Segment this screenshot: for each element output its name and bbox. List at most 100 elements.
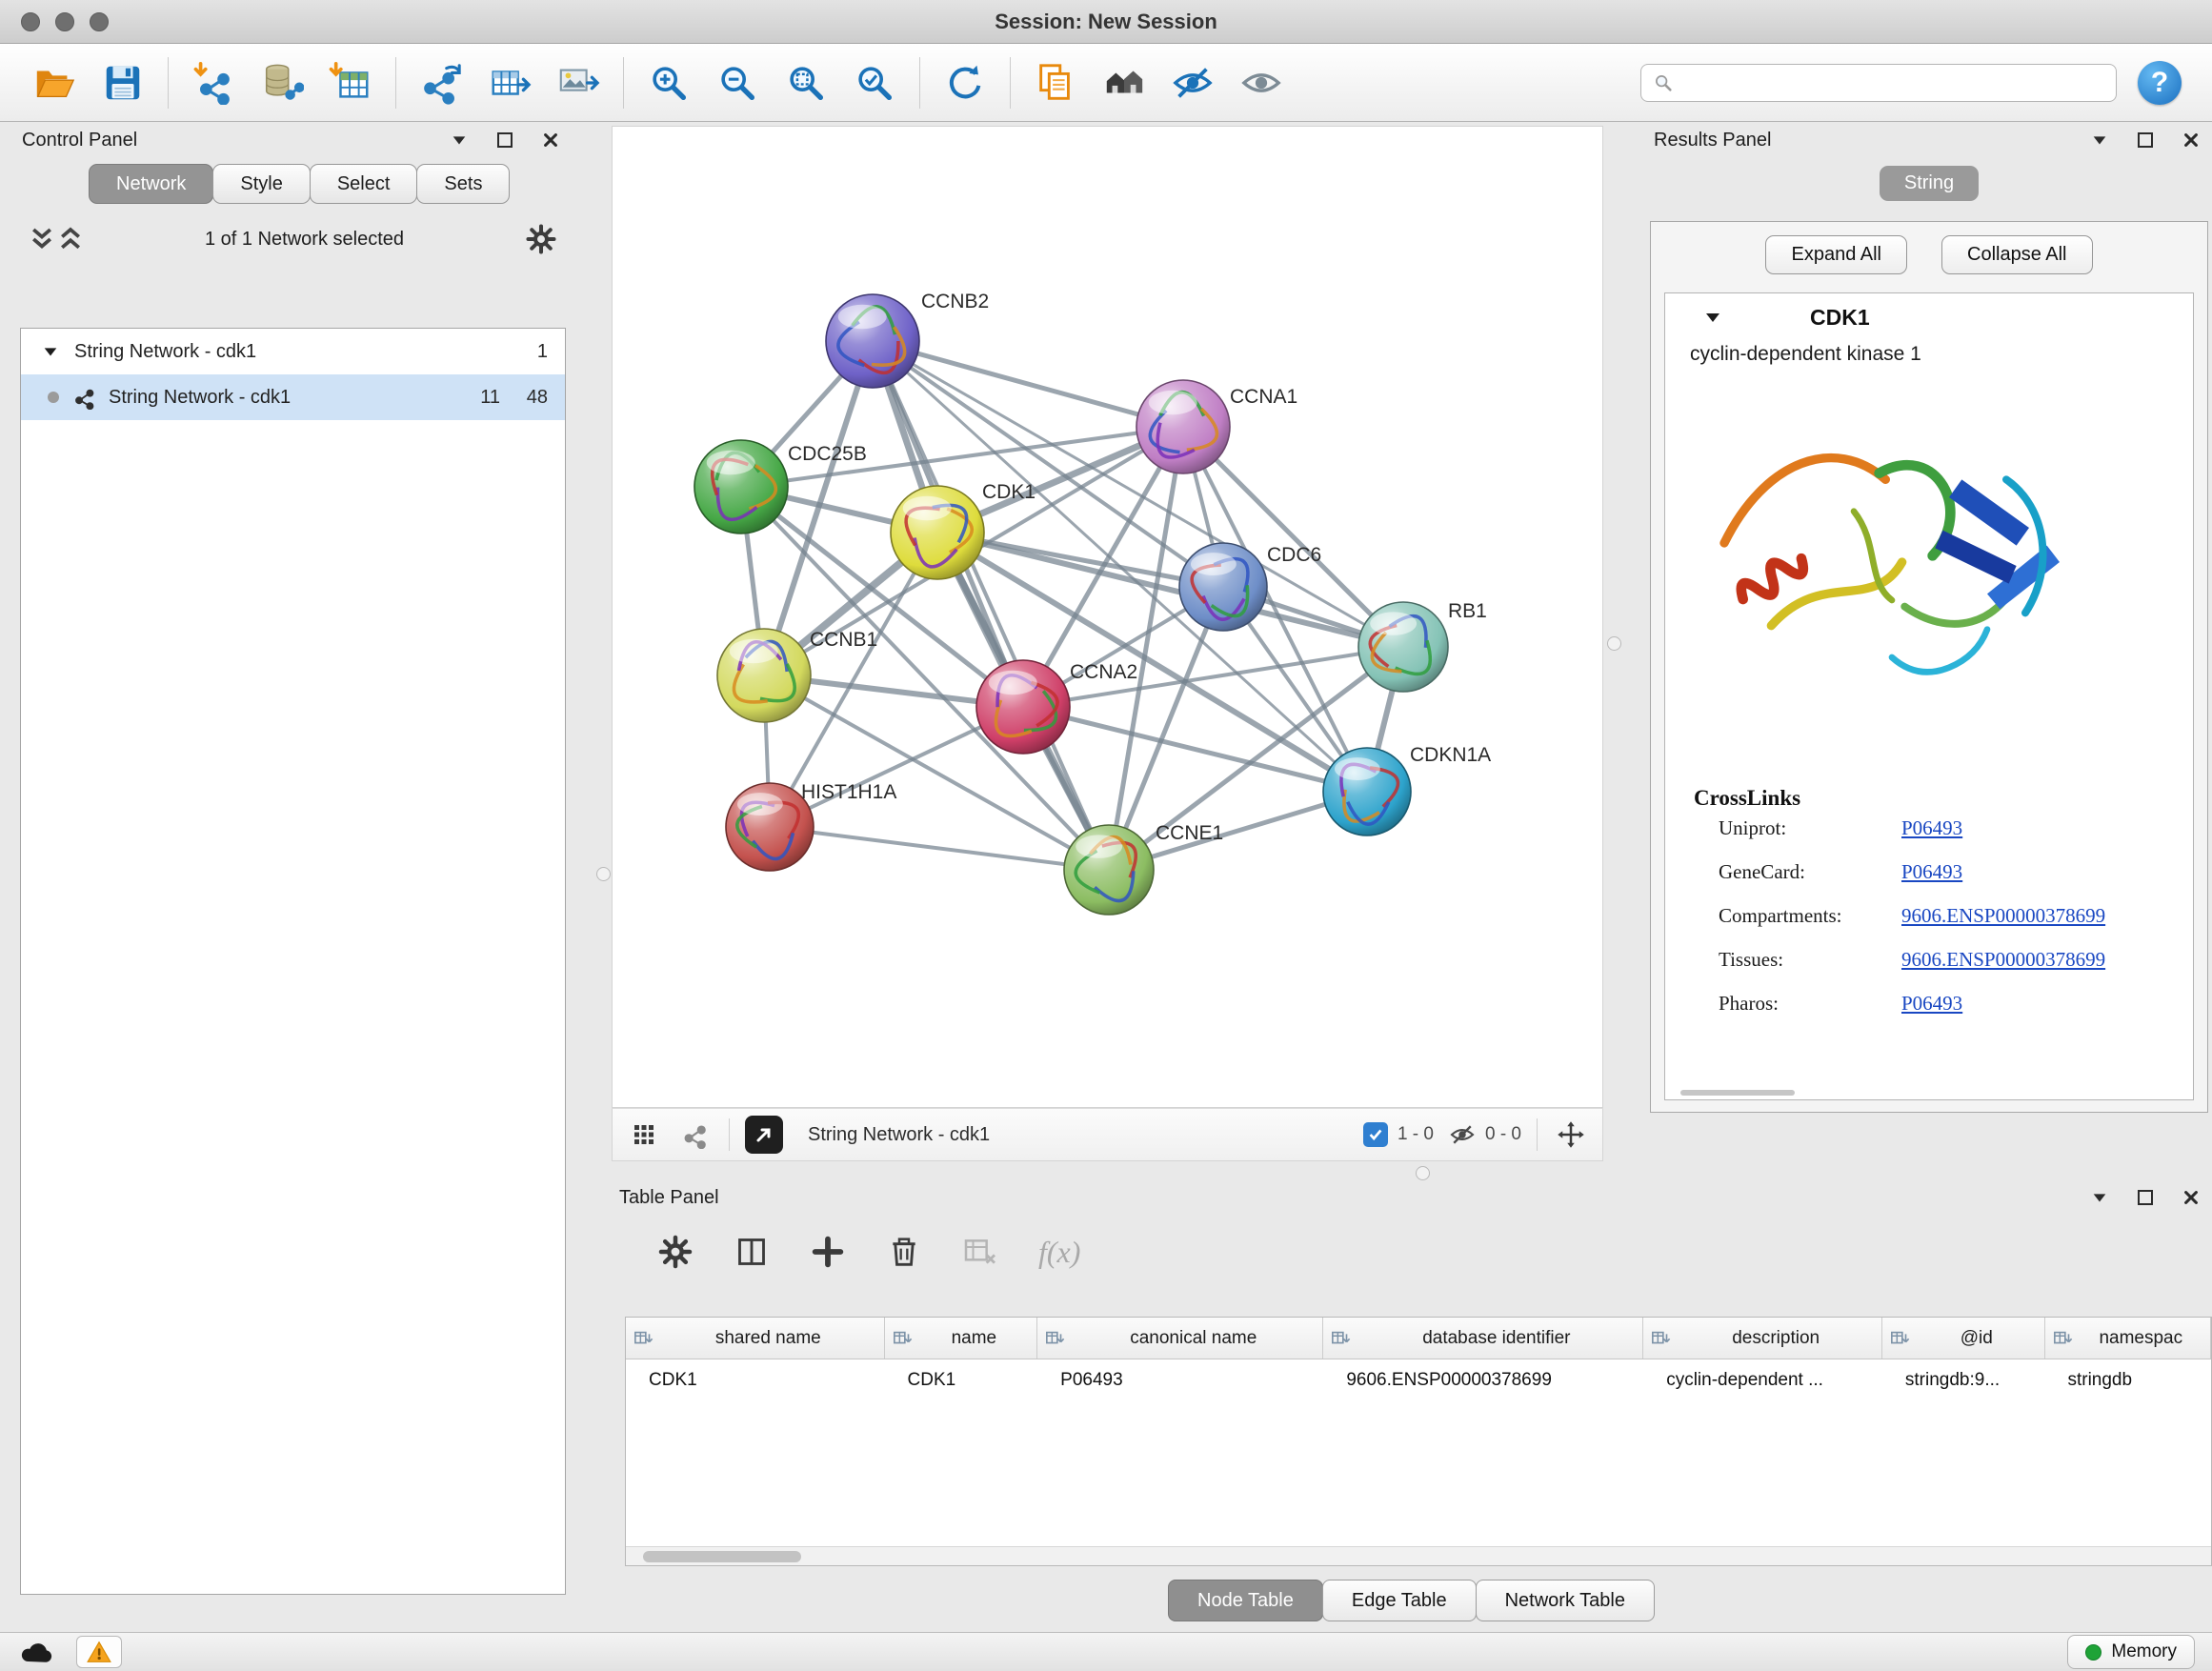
close-window-button[interactable] [21, 12, 40, 31]
tab-sets[interactable]: Sets [416, 164, 510, 204]
import-network-from-database-icon[interactable] [254, 55, 310, 111]
tab-style[interactable]: Style [212, 164, 310, 204]
cloud-icon[interactable] [17, 1638, 55, 1666]
tab-node-table[interactable]: Node Table [1168, 1580, 1323, 1621]
cell-namespace[interactable]: stringdb [2044, 1370, 2211, 1391]
column-header-description[interactable]: description [1643, 1318, 1882, 1359]
table-row[interactable]: CDK1 CDK1 P06493 9606.ENSP00000378699 cy… [626, 1359, 2211, 1401]
zoom-out-icon[interactable] [710, 55, 765, 111]
cell-shared-name[interactable]: CDK1 [626, 1370, 885, 1391]
panel-menu-icon[interactable] [446, 127, 473, 153]
delete-column-icon[interactable] [880, 1228, 928, 1276]
help-icon[interactable]: ? [2138, 61, 2182, 105]
minimize-window-button[interactable] [55, 12, 74, 31]
zoom-in-icon[interactable] [641, 55, 696, 111]
column-header-canonical-name[interactable]: canonical name [1037, 1318, 1323, 1359]
apply-layout-icon[interactable] [937, 55, 993, 111]
import-network-from-file-icon[interactable] [186, 55, 241, 111]
birds-eye-view-icon[interactable] [626, 1117, 662, 1153]
network-node-ccne1[interactable] [1064, 825, 1154, 915]
network-node-rb1[interactable] [1358, 602, 1448, 692]
export-image-icon[interactable] [551, 55, 606, 111]
warnings-button[interactable] [76, 1636, 122, 1668]
table-close-icon[interactable] [2178, 1184, 2204, 1211]
network-collection-row[interactable]: String Network - cdk1 1 [21, 329, 565, 374]
pan-move-icon[interactable] [1553, 1117, 1589, 1153]
tab-network-table[interactable]: Network Table [1476, 1580, 1655, 1621]
open-session-icon[interactable] [27, 55, 82, 111]
results-float-icon[interactable] [2132, 127, 2159, 153]
expand-all-networks-icon[interactable] [28, 225, 56, 253]
tab-select[interactable]: Select [310, 164, 418, 204]
crosslink-link-genecard[interactable]: P06493 [1901, 860, 1962, 884]
protein-collapse-icon[interactable] [1703, 308, 1722, 327]
network-row[interactable]: String Network - cdk1 11 48 [21, 374, 565, 420]
cell-id[interactable]: stringdb:9... [1882, 1370, 2045, 1391]
network-options-gear-icon[interactable] [524, 222, 558, 256]
panel-float-icon[interactable] [492, 127, 518, 153]
collection-expand-icon[interactable] [42, 343, 59, 360]
import-table-from-file-icon[interactable] [323, 55, 378, 111]
maximize-window-button[interactable] [90, 12, 109, 31]
cell-canonical-name[interactable]: P06493 [1037, 1370, 1323, 1391]
show-columns-icon[interactable] [728, 1228, 775, 1276]
network-node-cdk1[interactable] [891, 486, 984, 579]
network-node-ccnb2[interactable] [826, 294, 919, 388]
save-session-icon[interactable] [95, 55, 151, 111]
results-menu-icon[interactable] [2086, 127, 2113, 153]
column-header-database-identifier[interactable]: database identifier [1323, 1318, 1643, 1359]
column-header-shared-name[interactable]: shared name [626, 1318, 885, 1359]
scrollbar-thumb[interactable] [643, 1551, 801, 1562]
network-node-ccnb1[interactable] [717, 629, 811, 722]
column-header-id[interactable]: @id [1882, 1318, 2045, 1359]
hide-selected-icon[interactable] [1165, 55, 1220, 111]
new-network-from-selection-icon[interactable] [413, 55, 469, 111]
crosslink-link-compartments[interactable]: 9606.ENSP00000378699 [1901, 904, 2105, 928]
panel-close-icon[interactable] [537, 127, 564, 153]
network-node-cdc6[interactable] [1179, 543, 1267, 631]
results-close-icon[interactable] [2178, 127, 2204, 153]
zoom-fit-icon[interactable] [778, 55, 834, 111]
zoom-selected-icon[interactable] [847, 55, 902, 111]
network-edge[interactable] [770, 827, 1109, 870]
cybrowser-home-icon[interactable] [1096, 55, 1152, 111]
collapse-all-button[interactable]: Collapse All [1941, 235, 2093, 274]
splitter-grip-bottom[interactable] [1416, 1166, 1430, 1180]
network-edge[interactable] [873, 341, 1109, 870]
memory-button[interactable]: Memory [2067, 1635, 2195, 1669]
cell-name[interactable]: CDK1 [885, 1370, 1038, 1391]
column-header-name[interactable]: name [885, 1318, 1038, 1359]
cell-database-identifier[interactable]: 9606.ENSP00000378699 [1323, 1370, 1643, 1391]
network-canvas[interactable]: CCNB2CCNA1CDC25BCDK1CDC6RB1CCNB1CCNA2CDK… [612, 126, 1603, 1108]
show-hidden-icon[interactable] [1234, 55, 1289, 111]
crosslink-link-uniprot[interactable]: P06493 [1901, 816, 1962, 840]
network-node-cdc25b[interactable] [694, 440, 788, 534]
add-column-icon[interactable] [804, 1228, 852, 1276]
hidden-eye-icon[interactable] [1449, 1121, 1476, 1148]
cell-description[interactable]: cyclin-dependent ... [1643, 1370, 1882, 1391]
splitter-grip-left[interactable] [596, 867, 611, 881]
crosslink-link-tissues[interactable]: 9606.ENSP00000378699 [1901, 948, 2105, 972]
network-node-ccna2[interactable] [976, 660, 1070, 754]
table-horizontal-scrollbar[interactable] [626, 1546, 2211, 1565]
snapshot-icon[interactable] [1028, 55, 1083, 111]
search-input[interactable] [1683, 72, 2104, 93]
tab-edge-table[interactable]: Edge Table [1322, 1580, 1477, 1621]
table-menu-icon[interactable] [2086, 1184, 2113, 1211]
network-node-ccna1[interactable] [1136, 380, 1230, 473]
function-builder-icon[interactable]: f(x) [1038, 1235, 1080, 1270]
horizontal-scrollbar-thumb[interactable] [1680, 1090, 1795, 1096]
tab-network[interactable]: Network [89, 164, 213, 204]
column-header-namespace[interactable]: namespac [2045, 1318, 2211, 1359]
splitter-grip-right[interactable] [1607, 636, 1621, 651]
table-float-icon[interactable] [2132, 1184, 2159, 1211]
network-graph[interactable]: CCNB2CCNA1CDC25BCDK1CDC6RB1CCNB1CCNA2CDK… [613, 127, 1602, 1107]
tab-string[interactable]: String [1880, 166, 1979, 201]
detach-view-icon[interactable] [745, 1116, 783, 1154]
selected-checkbox-icon[interactable] [1363, 1122, 1388, 1147]
network-node-cdkn1a[interactable] [1323, 748, 1411, 836]
collapse-all-networks-icon[interactable] [56, 225, 85, 253]
export-table-icon[interactable] [482, 55, 537, 111]
crosslink-link-pharos[interactable]: P06493 [1901, 992, 1962, 1016]
expand-all-button[interactable]: Expand All [1765, 235, 1907, 274]
